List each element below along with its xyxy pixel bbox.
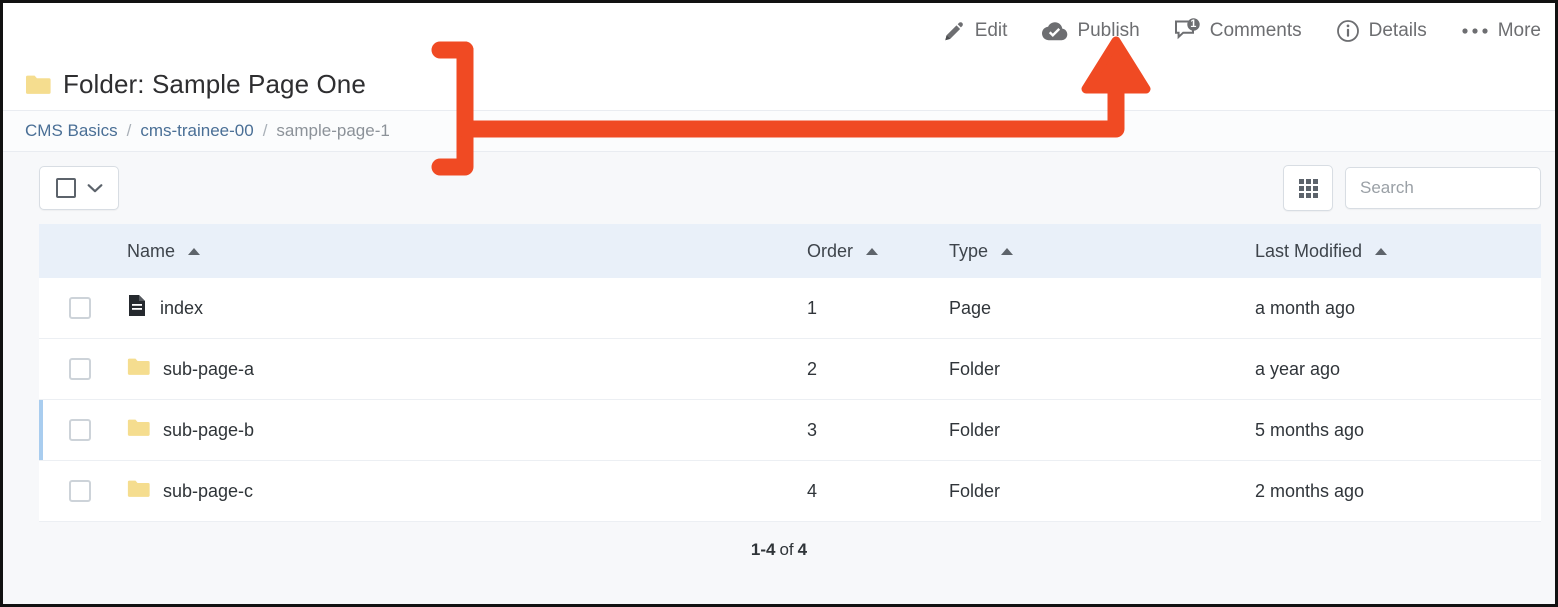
row-name-label: index (160, 297, 204, 318)
listing-toolbar (3, 152, 1555, 224)
breadcrumb-separator: / (126, 121, 132, 140)
table-header: Name Order Type Last Modified (39, 224, 1541, 278)
column-header-last-modified[interactable]: Last Modified (1255, 224, 1541, 278)
folder-icon (25, 74, 51, 95)
ellipsis-icon (1461, 26, 1489, 36)
pagination-of-label: of (779, 540, 794, 559)
publish-label: Publish (1077, 19, 1140, 41)
row-order-cell: 3 (807, 399, 949, 461)
row-name-label: sub-page-c (163, 480, 254, 501)
listing-table-container: Name Order Type Last Modified index 1 Pa… (3, 224, 1555, 522)
row-checkbox[interactable] (69, 419, 91, 441)
table-row[interactable]: sub-page-b 3 Folder 5 months ago (39, 399, 1541, 461)
pagination-summary: 1-4 of 4 (3, 522, 1555, 578)
folder-icon (127, 357, 150, 381)
row-name-cell: index (127, 278, 807, 339)
row-type-cell: Folder (949, 338, 1255, 400)
listing-toolbar-right (1283, 165, 1541, 211)
grid-view-button[interactable] (1283, 165, 1333, 211)
row-name-cell: sub-page-b (127, 399, 807, 461)
page-action-toolbar: Edit Publish 1 Comments Details More (3, 3, 1555, 58)
row-order-cell: 4 (807, 460, 949, 522)
row-modified-cell: 2 months ago (1255, 460, 1541, 522)
sort-asc-icon (1001, 247, 1014, 255)
folder-contents-panel: Name Order Type (3, 152, 1555, 604)
column-header-type-label: Type (949, 240, 989, 261)
row-name-cell: sub-page-c (127, 460, 807, 522)
row-checkbox-cell (39, 460, 127, 522)
column-header-name-label: Name (127, 240, 176, 261)
table-row[interactable]: sub-page-a 2 Folder a year ago (39, 338, 1541, 400)
edit-label: Edit (974, 19, 1008, 41)
row-name-label: sub-page-b (163, 419, 255, 440)
row-order-cell: 1 (807, 278, 949, 339)
row-name-cell: sub-page-a (127, 338, 807, 400)
info-circle-icon (1336, 19, 1360, 43)
checkbox-icon (55, 178, 76, 198)
column-header-type[interactable]: Type (949, 224, 1255, 278)
table-row[interactable]: index 1 Page a month ago (39, 278, 1541, 339)
column-header-checkbox (39, 224, 127, 278)
more-button[interactable]: More (1461, 20, 1541, 42)
row-type-cell: Folder (949, 460, 1255, 522)
column-header-order[interactable]: Order (807, 224, 949, 278)
pagination-total: 4 (797, 540, 808, 559)
row-type-cell: Folder (949, 399, 1255, 461)
comments-badge-count: 1 (1190, 17, 1197, 30)
breadcrumb-item-cms-basics[interactable]: CMS Basics (25, 121, 118, 141)
row-checkbox-cell (39, 278, 127, 339)
row-checkbox[interactable] (69, 297, 91, 319)
column-header-name[interactable]: Name (127, 224, 807, 278)
pencil-icon (942, 19, 966, 43)
sort-asc-icon (866, 247, 879, 255)
edit-button[interactable]: Edit (942, 19, 1008, 43)
folder-icon (127, 418, 150, 442)
comments-label: Comments (1209, 19, 1302, 41)
row-order-cell: 2 (807, 338, 949, 400)
pagination-range: 1-4 (750, 540, 776, 559)
breadcrumb: CMS Basics / cms-trainee-00 / sample-pag… (3, 110, 1555, 152)
row-type-cell: Page (949, 278, 1255, 339)
document-icon (127, 294, 147, 322)
row-modified-cell: 5 months ago (1255, 399, 1541, 461)
folder-contents-table: Name Order Type Last Modified index 1 Pa… (39, 224, 1541, 522)
chevron-down-icon (87, 183, 103, 194)
row-modified-cell: a year ago (1255, 338, 1541, 400)
breadcrumb-item-cms-trainee-00[interactable]: cms-trainee-00 (140, 121, 253, 141)
row-checkbox-cell (39, 399, 127, 461)
row-name-label: sub-page-a (163, 358, 255, 379)
grid-icon (1298, 178, 1318, 198)
breadcrumb-item-current: sample-page-1 (276, 121, 390, 140)
comment-bubble-icon: 1 (1174, 18, 1201, 43)
table-row[interactable]: sub-page-c 4 Folder 2 months ago (39, 460, 1541, 522)
sort-asc-icon (1375, 247, 1388, 255)
row-checkbox[interactable] (69, 480, 91, 502)
page-title-bar: Folder: Sample Page One (3, 58, 1555, 110)
search-input[interactable] (1345, 167, 1541, 209)
details-label: Details (1368, 19, 1427, 41)
sort-asc-icon (188, 247, 201, 255)
more-label: More (1497, 19, 1541, 41)
select-all-dropdown[interactable] (39, 166, 119, 210)
breadcrumb-separator: / (262, 121, 268, 140)
row-modified-cell: a month ago (1255, 278, 1541, 339)
details-button[interactable]: Details (1336, 19, 1427, 43)
table-body: index 1 Page a month ago sub-page-a 2 Fo… (39, 278, 1541, 522)
row-checkbox-cell (39, 338, 127, 400)
page-title: Folder: Sample Page One (63, 68, 366, 99)
cms-folder-listing-screen: Edit Publish 1 Comments Details More Fol… (0, 0, 1558, 607)
cloud-check-icon (1041, 19, 1068, 43)
table-header-row: Name Order Type Last Modified (39, 224, 1541, 278)
column-header-order-label: Order (807, 240, 854, 261)
row-checkbox[interactable] (69, 358, 91, 380)
publish-button[interactable]: Publish (1041, 19, 1140, 43)
column-header-last-modified-label: Last Modified (1255, 240, 1363, 261)
comments-button[interactable]: 1 Comments (1174, 18, 1302, 43)
folder-icon (127, 479, 150, 503)
